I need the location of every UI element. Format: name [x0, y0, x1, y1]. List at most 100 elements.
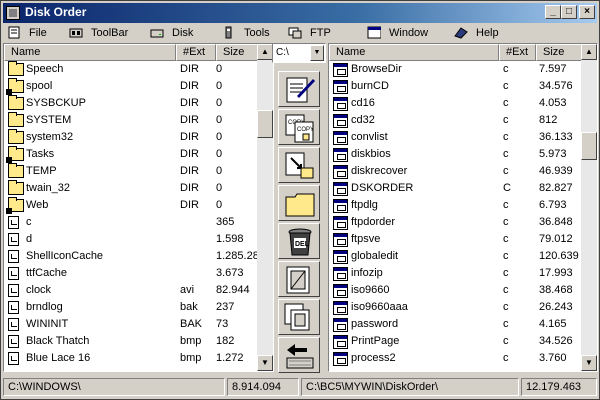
sort-left-button[interactable]	[278, 261, 320, 297]
file-size-cell: 26.243	[539, 301, 573, 313]
menu-ftp[interactable]: FTP	[288, 25, 338, 41]
table-row[interactable]: diskrecover c 46.939	[329, 163, 581, 180]
right-col-name-header[interactable]: Name	[329, 44, 499, 61]
table-row[interactable]: infozip c 17.993	[329, 265, 581, 282]
file-name-cell: TEMP	[26, 165, 57, 177]
maximize-button[interactable]: □	[561, 5, 577, 19]
file-size-cell: 1.272	[216, 352, 244, 364]
table-row[interactable]: Speech DIR 0	[4, 61, 257, 78]
left-col-size-header[interactable]: Size	[216, 44, 258, 61]
right-col-size-header[interactable]: Size	[536, 44, 582, 61]
file-ext-cell: DIR	[180, 97, 199, 109]
edit-button[interactable]	[278, 71, 320, 107]
copy-icon: COPYCOPY	[285, 114, 314, 143]
table-row[interactable]: Black Thatch bmp 182	[4, 333, 257, 350]
window-icon	[367, 26, 381, 39]
table-row[interactable]: SYSTEM DIR 0	[4, 112, 257, 129]
menu-file[interactable]: File	[7, 25, 59, 41]
table-row[interactable]: process2 c 3.760	[329, 350, 581, 367]
table-row[interactable]: clock avi 82.944	[4, 282, 257, 299]
table-row[interactable]: ftpdorder c 36.848	[329, 214, 581, 231]
table-row[interactable]: password c 4.165	[329, 316, 581, 333]
table-row[interactable]: BrowseDir c 7.597	[329, 61, 581, 78]
file-ext-cell: c	[503, 63, 509, 75]
table-row[interactable]: diskbios c 5.973	[329, 146, 581, 163]
source-file-icon	[333, 335, 348, 349]
table-row[interactable]: ttfCache 3.673	[4, 265, 257, 282]
file-size-cell: 812	[539, 114, 558, 126]
folder-shortcut-icon	[6, 146, 24, 163]
app-window: Disk Order _ □ × File ToolBar Disk Tools…	[0, 0, 600, 400]
document-icon	[8, 250, 19, 263]
file-size-cell: 4.165	[539, 318, 567, 330]
app-icon[interactable]	[6, 6, 20, 20]
table-row[interactable]: WININIT BAK 73	[4, 316, 257, 333]
menu-tools[interactable]: Tools	[222, 25, 278, 41]
new-folder-button[interactable]	[278, 185, 320, 221]
menu-disk[interactable]: Disk	[150, 25, 206, 41]
table-row[interactable]: cd32 c 812	[329, 112, 581, 129]
file-name-cell: system32	[26, 131, 74, 143]
file-size-cell: 79.012	[539, 233, 573, 245]
left-col-name-header[interactable]: Name	[4, 44, 176, 61]
title-bar[interactable]: Disk Order _ □ ×	[3, 3, 597, 23]
table-row[interactable]: burnCD c 34.576	[329, 78, 581, 95]
table-row[interactable]: TEMP DIR 0	[4, 163, 257, 180]
file-size-cell: 73	[216, 318, 229, 330]
menu-window[interactable]: Window	[367, 25, 437, 41]
table-row[interactable]: iso9660 c 38.468	[329, 282, 581, 299]
menu-help[interactable]: Help	[454, 25, 506, 41]
right-vscrollbar[interactable]: ▲ ▼	[581, 44, 597, 371]
chevron-down-icon[interactable]: ▼	[310, 45, 324, 61]
menu-toolbar[interactable]: ToolBar	[69, 25, 139, 41]
table-row[interactable]: ftpdlg c 6.793	[329, 197, 581, 214]
file-ext-cell: DIR	[180, 199, 199, 211]
file-size-cell: 0	[216, 182, 223, 194]
table-row[interactable]: convlist c 36.133	[329, 129, 581, 146]
swap-button[interactable]	[278, 337, 320, 373]
file-name-cell: twain_32	[26, 182, 71, 194]
sort-right-button[interactable]	[278, 299, 320, 335]
table-row[interactable]: PrintPage c 34.526	[329, 333, 581, 350]
delete-button[interactable]: DEL	[278, 223, 320, 259]
right-scroll-down-button[interactable]: ▼	[581, 355, 597, 371]
left-col-ext-header[interactable]: #Ext	[176, 44, 216, 61]
tool-column: C:\ ▼ COPYCOPY DEL	[270, 43, 328, 373]
file-name-cell: password	[351, 318, 399, 330]
document-icon	[8, 267, 19, 280]
table-row[interactable]: SYSBCKUP DIR 0	[4, 95, 257, 112]
table-row[interactable]: twain_32 DIR 0	[4, 180, 257, 197]
table-row[interactable]: d 1.598	[4, 231, 257, 248]
right-col-ext-header[interactable]: #Ext	[499, 44, 536, 61]
table-row[interactable]: ShellIconCache 1.285.28	[4, 248, 257, 265]
source-file-icon	[333, 250, 348, 264]
file-name-cell: spool	[26, 80, 53, 92]
table-row[interactable]: Web DIR 0	[4, 197, 257, 214]
file-name-cell: cd32	[351, 114, 375, 126]
source-file-icon	[333, 199, 348, 213]
right-scroll-up-button[interactable]: ▲	[581, 44, 597, 60]
move-button[interactable]	[278, 147, 320, 183]
table-row[interactable]: spool DIR 0	[4, 78, 257, 95]
table-row[interactable]: system32 DIR 0	[4, 129, 257, 146]
left-file-panel[interactable]: Name #Ext Size Speech DIR 0 spool DIR 0 SYSBCK…	[3, 43, 274, 372]
table-row[interactable]: iso9660aaa c 26.243	[329, 299, 581, 316]
file-name-cell: SYSBCKUP	[26, 97, 86, 109]
table-row[interactable]: Tasks DIR 0	[4, 146, 257, 163]
file-name-cell: process2	[351, 352, 396, 364]
table-row[interactable]: ftpsve c 79.012	[329, 231, 581, 248]
table-row[interactable]: cd16 c 4.053	[329, 95, 581, 112]
file-size-cell: 365	[216, 216, 235, 228]
table-row[interactable]: c 365	[4, 214, 257, 231]
table-row[interactable]: Blue Lace 16 bmp 1.272	[4, 350, 257, 367]
file-size-cell: 0	[216, 148, 223, 160]
table-row[interactable]: brndlog bak 237	[4, 299, 257, 316]
minimize-button[interactable]: _	[545, 5, 561, 19]
right-scroll-thumb[interactable]	[581, 132, 597, 160]
right-file-panel[interactable]: Name #Ext Size BrowseDir c 7.597 burnCD c 34.…	[328, 43, 598, 372]
close-button[interactable]: ×	[579, 5, 595, 19]
drive-select[interactable]: C:\ ▼	[272, 43, 326, 63]
table-row[interactable]: globaledit c 120.639	[329, 248, 581, 265]
table-row[interactable]: DSKORDER C 82.827	[329, 180, 581, 197]
copy-button[interactable]: COPYCOPY	[278, 109, 320, 145]
